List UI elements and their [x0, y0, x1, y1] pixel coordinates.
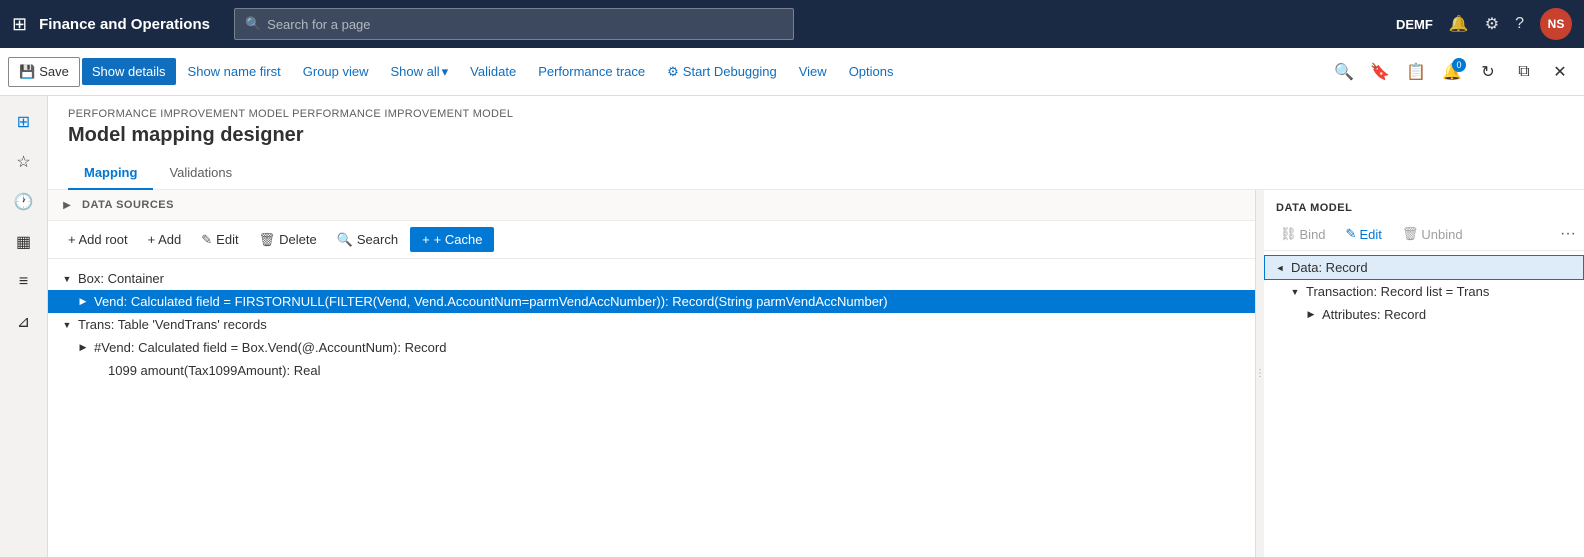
tree-toggle-box[interactable]: ▼	[60, 272, 74, 286]
data-sources-panel: ▶ DATA SOURCES + Add root + Add ✎ Edit	[48, 190, 1256, 557]
save-button[interactable]: 💾 Save	[8, 57, 80, 87]
content-area: PERFORMANCE IMPROVEMENT MODEL PERFORMANC…	[48, 96, 1584, 557]
save-icon: 💾	[19, 64, 35, 80]
help-icon[interactable]: ?	[1515, 15, 1524, 33]
close-icon[interactable]: ✕	[1544, 56, 1576, 88]
group-view-button[interactable]: Group view	[293, 58, 379, 85]
top-nav: ⊞ Finance and Operations 🔍 DEMF 🔔 ⚙ ? NS	[0, 0, 1584, 48]
notification-badge: 0	[1452, 58, 1466, 72]
tree-item-vend[interactable]: ▶ Vend: Calculated field = FIRSTORNULL(F…	[48, 290, 1255, 313]
tree-item-tax1099[interactable]: ▶ 1099 amount(Tax1099Amount): Real	[48, 359, 1255, 382]
bell-icon[interactable]: 🔔	[1449, 14, 1469, 34]
main-layout: ⊞ ☆ 🕐 ▦ ≡ ⊿ PERFORMANCE IMPROVEMENT MODE…	[0, 96, 1584, 557]
sidebar-item-home[interactable]: ⊞	[6, 104, 42, 140]
show-details-button[interactable]: Show details	[82, 58, 176, 85]
search-bar[interactable]: 🔍	[234, 8, 794, 40]
tree-item-box[interactable]: ▼ Box: Container	[48, 267, 1255, 290]
add-root-button[interactable]: + Add root	[60, 228, 136, 251]
sidebar-item-list[interactable]: ≡	[6, 264, 42, 300]
tabs: Mapping Validations	[68, 157, 1564, 189]
options-button[interactable]: Options	[839, 58, 904, 85]
unbind-button[interactable]: 🗑 Unbind	[1394, 222, 1471, 246]
sidebar-item-recent[interactable]: 🕐	[6, 184, 42, 220]
add-button[interactable]: + Add	[140, 228, 190, 251]
ds-header-title: DATA SOURCES	[82, 199, 174, 211]
cache-button[interactable]: + + Cache	[410, 227, 494, 252]
chevron-down-icon: ▾	[442, 64, 449, 80]
sidebar-filter-icon[interactable]: ⊿	[6, 304, 42, 340]
breadcrumb: PERFORMANCE IMPROVEMENT MODEL PERFORMANC…	[68, 108, 1564, 120]
main-vertical-splitter[interactable]: ⋮	[1256, 190, 1264, 557]
open-in-new-icon[interactable]: ⧉	[1508, 56, 1540, 88]
bind-button[interactable]: ⛓ Bind	[1272, 222, 1334, 246]
validate-button[interactable]: Validate	[460, 58, 526, 85]
notification-icon[interactable]: 🔔 0	[1436, 56, 1468, 88]
dm-item-transaction[interactable]: ▼ Transaction: Record list = Trans	[1264, 280, 1584, 303]
ds-tree: ▼ Box: Container ▶ Vend: Calculated fiel…	[48, 259, 1255, 557]
sidebar-item-modules[interactable]: ▦	[6, 224, 42, 260]
tree-toggle-hash-vend[interactable]: ▶	[76, 341, 90, 355]
performance-trace-button[interactable]: Performance trace	[528, 58, 655, 85]
bookmark-icon[interactable]: 🔖	[1364, 56, 1396, 88]
ds-collapse-icon[interactable]: ▶	[60, 198, 74, 212]
bind-icon: ⛓	[1280, 226, 1297, 242]
dm-toggle-transaction[interactable]: ▼	[1288, 285, 1302, 299]
start-debugging-button[interactable]: ⚙ Start Debugging	[657, 58, 787, 86]
delete-button[interactable]: 🗑 Delete	[251, 228, 325, 252]
gear-icon[interactable]: ⚙	[1485, 14, 1499, 34]
data-model-panel: DATA MODEL ⛓ Bind ✎ Edit 🗑 Unbind ···	[1264, 190, 1584, 557]
search-icon: 🔍	[245, 16, 261, 32]
tree-toggle-vend[interactable]: ▶	[76, 295, 90, 309]
ds-panel: ▶ DATA SOURCES + Add root + Add ✎ Edit	[48, 190, 1584, 557]
search-toolbar-icon[interactable]: 🔍	[1328, 56, 1360, 88]
show-all-button[interactable]: Show all ▾	[381, 58, 459, 86]
unbind-icon: 🗑	[1402, 226, 1419, 242]
dm-tree: ◄ Data: Record ▼ Transaction: Record lis…	[1264, 251, 1584, 557]
show-name-first-button[interactable]: Show name first	[178, 58, 291, 85]
avatar[interactable]: NS	[1540, 8, 1572, 40]
ds-header: ▶ DATA SOURCES	[48, 190, 1255, 221]
tree-item-trans[interactable]: ▼ Trans: Table 'VendTrans' records	[48, 313, 1255, 336]
dm-toggle-attributes[interactable]: ▶	[1304, 308, 1318, 322]
tab-validations[interactable]: Validations	[153, 157, 248, 190]
ds-toolbar: + Add root + Add ✎ Edit 🗑 Delete 🔍	[48, 221, 1255, 259]
debug-icon: ⚙	[667, 64, 679, 80]
edit-ds-button[interactable]: ✎ Edit	[193, 228, 246, 252]
top-nav-right: DEMF 🔔 ⚙ ? NS	[1396, 8, 1572, 40]
app-title: Finance and Operations	[39, 16, 210, 33]
tree-item-hash-vend[interactable]: ▶ #Vend: Calculated field = Box.Vend(@.A…	[48, 336, 1255, 359]
dm-toggle-data[interactable]: ◄	[1273, 261, 1287, 275]
search-ds-button[interactable]: 🔍 Search	[329, 228, 406, 252]
dm-item-data-record[interactable]: ◄ Data: Record	[1264, 255, 1584, 280]
search-ds-icon: 🔍	[337, 232, 353, 248]
tree-toggle-trans[interactable]: ▼	[60, 318, 74, 332]
page-title: Model mapping designer	[68, 124, 1564, 147]
edit-ds-icon: ✎	[201, 232, 212, 248]
cache-icon: +	[422, 232, 430, 247]
dm-toolbar: ⛓ Bind ✎ Edit 🗑 Unbind ···	[1264, 218, 1584, 251]
view-button[interactable]: View	[789, 58, 837, 85]
refresh-icon[interactable]: ↻	[1472, 56, 1504, 88]
left-sidebar: ⊞ ☆ 🕐 ▦ ≡ ⊿	[0, 96, 48, 557]
edit-dm-icon: ✎	[1346, 226, 1357, 242]
dm-item-attributes[interactable]: ▶ Attributes: Record	[1264, 303, 1584, 326]
search-input[interactable]	[267, 17, 783, 32]
expand-icon[interactable]: 📋	[1400, 56, 1432, 88]
more-options-icon[interactable]: ···	[1560, 225, 1576, 243]
env-label: DEMF	[1396, 17, 1433, 32]
sidebar-item-favorites[interactable]: ☆	[6, 144, 42, 180]
toolbar: 💾 Save Show details Show name first Grou…	[0, 48, 1584, 96]
page-header: PERFORMANCE IMPROVEMENT MODEL PERFORMANC…	[48, 96, 1584, 190]
delete-icon: 🗑	[259, 232, 276, 248]
tab-mapping[interactable]: Mapping	[68, 157, 153, 190]
dm-header: DATA MODEL	[1264, 190, 1584, 218]
edit-dm-button[interactable]: ✎ Edit	[1338, 222, 1390, 246]
grid-icon[interactable]: ⊞	[12, 14, 27, 35]
